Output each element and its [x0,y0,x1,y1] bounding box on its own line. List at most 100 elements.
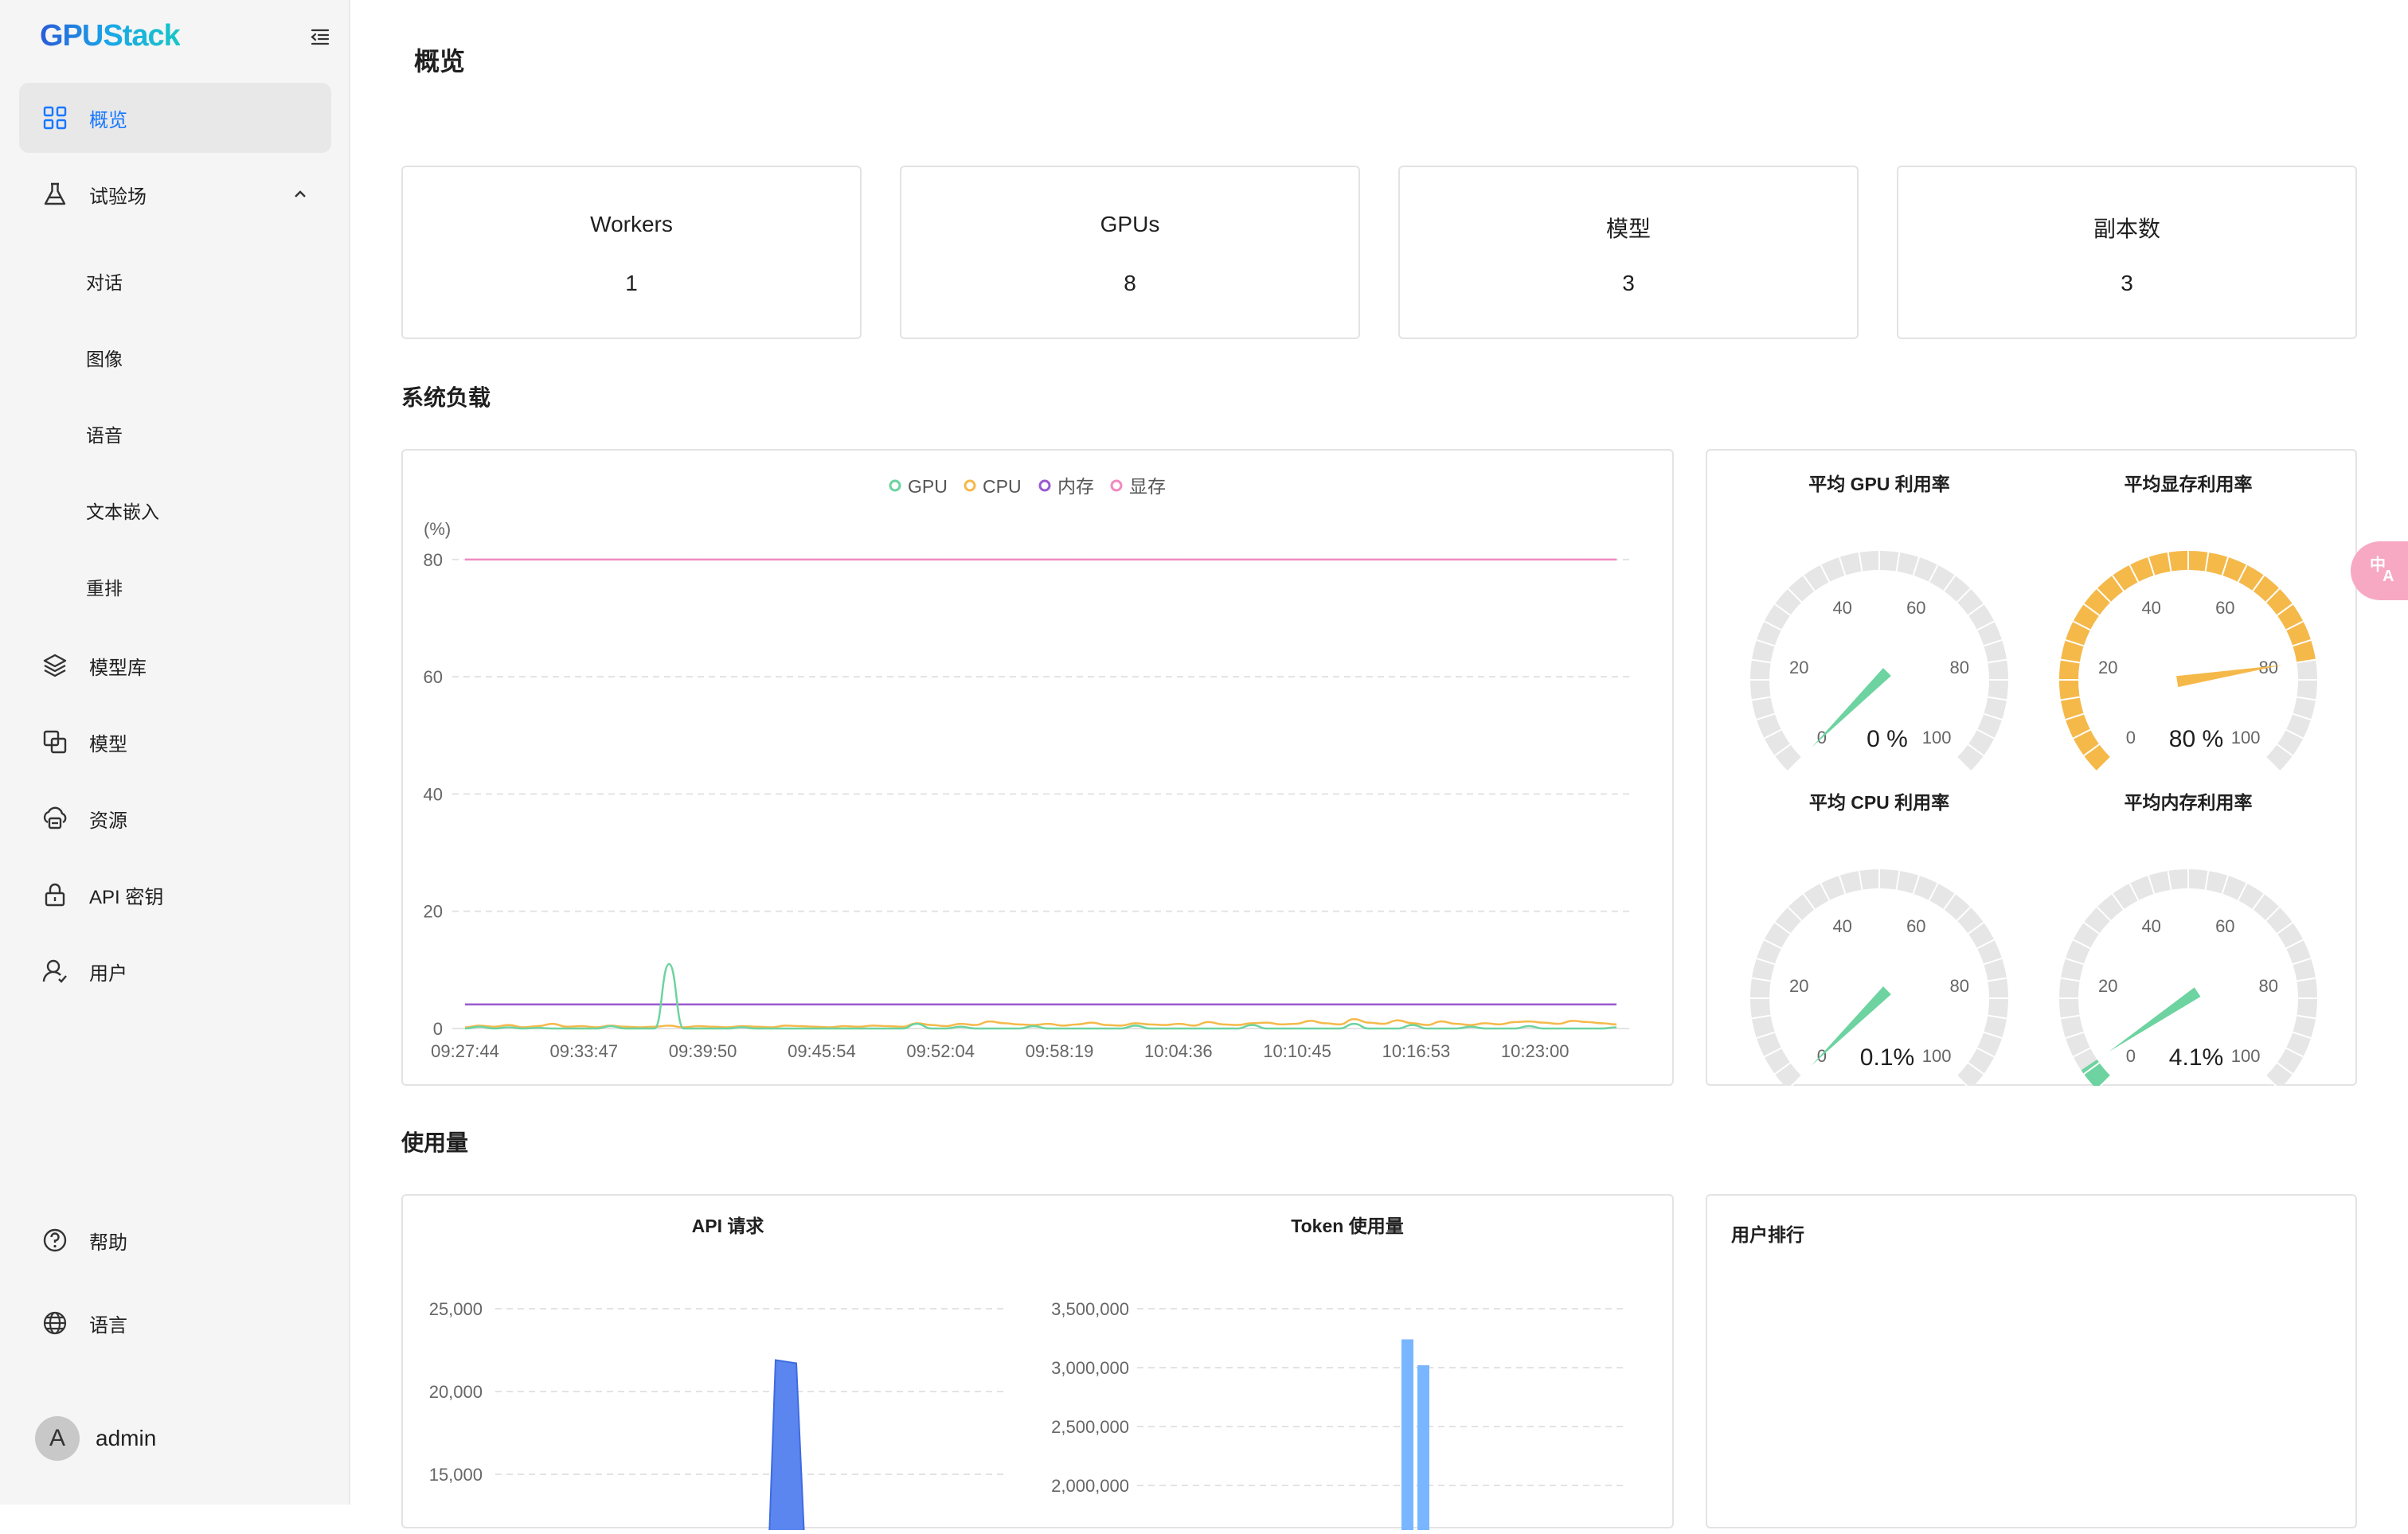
token-bar [1417,1365,1429,1530]
utilization-gauges: 平均 GPU 利用率0204060801000 % 平均显存利用率 0 20 40 60 8… [1707,451,2357,1086]
sidebar-item-label: 模型 [89,728,127,756]
sidebar-item-models[interactable]: 模型 [19,707,331,777]
series-line-GPU [465,964,1616,1029]
stat-card-replicas[interactable]: 副本数 3 [1897,166,2357,339]
y-tick-label: 15,000 [429,1465,483,1485]
menu-fold-icon[interactable] [309,25,331,48]
gauge-title: 平均显存利用率 [2125,474,2253,494]
gauge-tick-label: 100 [1922,728,1952,747]
y-tick-label: 60 [424,667,443,687]
flask-icon [41,181,68,208]
stat-card-workers[interactable]: Workers 1 [401,166,862,339]
gauge-progress [2089,1065,2104,1083]
legend-marker [1040,481,1050,490]
sidebar: GPUStack 概览 试验场 对话 图像 [0,0,350,1505]
gauge: 平均 GPU 利用率0204060801000 % [1750,474,2008,771]
legend-item: 内存 [1040,476,1094,497]
system-load-chart-panel: GPUCPU内存显存(%)02040608009:27:4409:33:4709… [401,449,1674,1086]
gauge-tick-label: 100 [2231,1046,2261,1066]
gauge-tick-label: 60 [1906,916,1925,936]
legend-marker [890,481,900,490]
x-tick-label: 09:33:47 [549,1041,618,1061]
sidebar-item-help[interactable]: 帮助 [19,1205,331,1275]
y-tick-label: 0 [433,1019,443,1039]
gauge-tick-label: 40 [2141,598,2160,618]
legend-label: 内存 [1057,476,1094,497]
sidebar-subitem-chat[interactable]: 对话 [19,245,331,309]
y-tick-label: 20 [424,902,443,922]
usage-chart-panel: API 请求15,00020,00025,000Token 使用量2,000,0… [401,1194,1674,1528]
user-rank-title: 用户排行 [1731,1220,1804,1247]
section-title-system-load: 系统负载 [401,381,491,412]
x-tick-label: 09:45:54 [788,1041,856,1061]
sidebar-item-label: 语言 [89,1310,127,1337]
sidebar-item-resources[interactable]: 资源 [19,783,331,853]
gauge-title: 平均 GPU 利用率 [1808,474,1950,494]
gauge-tick-label: 80 [1950,976,1969,996]
stat-value: 1 [403,271,860,296]
sidebar-subitem-audio[interactable]: 语音 [19,398,331,462]
app-logo[interactable]: GPUStack [40,19,180,53]
y-tick-label: 2,500,000 [1051,1417,1129,1437]
x-tick-label: 10:23:00 [1501,1041,1570,1061]
username: admin [96,1426,156,1451]
gauge-value: 0.1% [1860,1044,1914,1071]
chevron-up-icon[interactable] [291,185,309,203]
sidebar-item-catalog[interactable]: 模型库 [19,630,331,701]
user-rank-panel: 用户排行 [1706,1194,2357,1528]
stat-card-models[interactable]: 模型 3 [1398,166,1859,339]
stat-label: GPUs [901,212,1358,237]
sidebar-item-label: API 密钥 [89,881,163,909]
gauge-tick-label: 40 [2141,916,2160,936]
translate-float-button[interactable]: 中 A [2351,541,2408,600]
gauge-tick-label: 0 [2126,1046,2136,1066]
sidebar-item-api-keys[interactable]: API 密钥 [19,860,331,930]
gauge: 平均 CPU 利用率0204060801000.1% [1750,792,2008,1086]
legend-marker [1112,481,1121,490]
sidebar-item-label: 帮助 [89,1227,127,1255]
chart-title: Token 使用量 [1291,1216,1403,1236]
gauge-value: 80 % [2169,726,2223,752]
y-tick-label: 3,000,000 [1051,1358,1129,1378]
sidebar-subitem-embedding[interactable]: 文本嵌入 [19,474,331,538]
gauge-panel: 平均 GPU 利用率0204060801000 % 平均显存利用率 0 20 40 60 8… [1706,449,2357,1086]
sidebar-subitem-label: 重排 [86,573,123,600]
gauge-title: 平均 CPU 利用率 [1809,792,1949,813]
sidebar-subitem-label: 文本嵌入 [86,497,159,524]
x-tick-label: 10:10:45 [1263,1041,1331,1061]
sidebar-item-users[interactable]: 用户 [19,936,331,1006]
stat-label: 副本数 [1898,212,2355,244]
sidebar-subitem-image[interactable]: 图像 [19,322,331,385]
y-tick-label: 2,000,000 [1051,1476,1129,1496]
sidebar-subitem-label: 语音 [86,420,123,447]
sidebar-item-overview[interactable]: 概览 [19,83,331,153]
x-tick-label: 09:27:44 [431,1041,499,1061]
sidebar-subitem-rerank[interactable]: 重排 [19,551,331,615]
legend-marker [965,481,975,490]
x-tick-label: 09:52:04 [906,1041,975,1061]
globe-icon [41,1310,68,1337]
translate-icon: 中 A [2351,541,2408,600]
avatar: A [35,1416,80,1461]
gauge-tick-label: 20 [1789,658,1808,677]
x-tick-label: 10:16:53 [1382,1041,1451,1061]
sidebar-item-playground[interactable]: 试验场 [19,159,331,229]
user-menu[interactable]: A admin [35,1415,156,1462]
gauge-tick-label: 60 [2215,598,2234,618]
gauge-tick-label: 60 [2215,916,2234,936]
sidebar-subitem-label: 图像 [86,344,123,371]
usage-charts: API 请求15,00020,00025,000Token 使用量2,000,0… [403,1196,1674,1530]
user-icon [41,958,68,985]
x-tick-label: 09:39:50 [669,1041,737,1061]
y-tick-label: 25,000 [429,1299,483,1319]
legend-item: GPU [890,476,948,497]
gauge-tick-label: 80 [2259,976,2278,996]
stat-value: 3 [1898,271,2355,296]
copy-icon [41,728,68,755]
system-load-line-chart: GPUCPU内存显存(%)02040608009:27:4409:33:4709… [403,451,1674,1086]
sidebar-item-language[interactable]: 语言 [19,1288,331,1358]
gauge-tick-label: 60 [1906,598,1925,618]
stat-card-gpus[interactable]: GPUs 8 [900,166,1360,339]
legend-label: CPU [983,476,1022,497]
sidebar-item-label: 资源 [89,805,127,833]
